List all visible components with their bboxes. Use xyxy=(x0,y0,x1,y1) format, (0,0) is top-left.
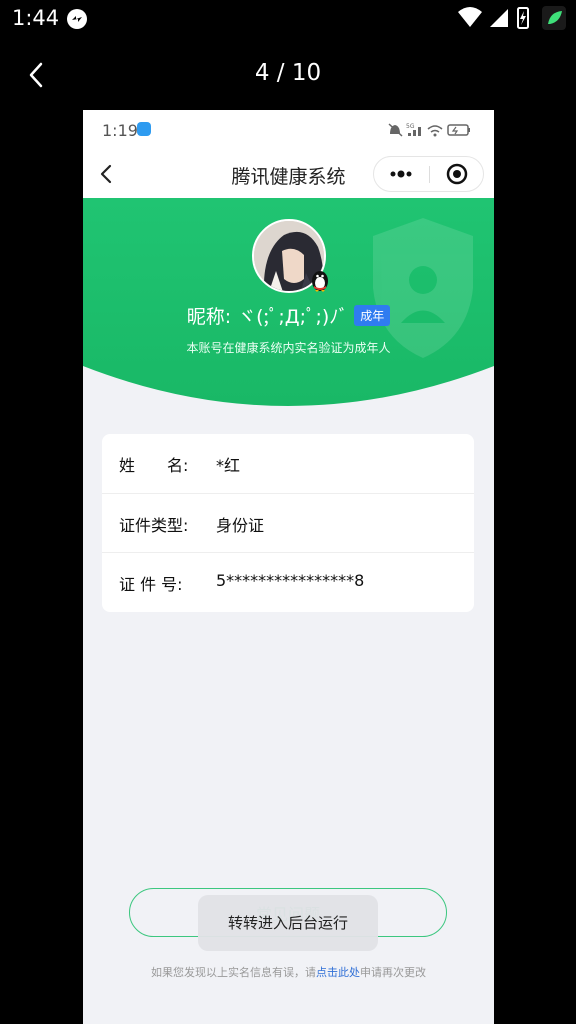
info-value: 5****************8 xyxy=(216,571,365,590)
info-row-name: 姓 名: *红 xyxy=(102,434,474,493)
info-row-id-type: 证件类型: 身份证 xyxy=(102,493,474,552)
qq-penguin-icon xyxy=(312,271,328,292)
network-type-label: 5G xyxy=(406,123,415,130)
message-app-icon xyxy=(137,122,151,136)
info-row-id-number: 证 件 号: 5****************8 xyxy=(102,552,474,611)
cell-signal-icon xyxy=(490,9,508,27)
info-value: *红 xyxy=(216,456,241,475)
wifi-icon xyxy=(458,7,482,27)
close-mini-program-icon[interactable] xyxy=(436,157,482,191)
adult-status-badge: 成年 xyxy=(354,305,391,326)
system-status-icons xyxy=(458,6,566,30)
screenshot-image: 1:19 5G 腾讯健康系统 昵称: ヾ(;ﾟ;Д;ﾟ;)ﾉﾞ 成年 本账号在健… xyxy=(83,110,494,1024)
info-value: 身份证 xyxy=(216,516,265,535)
wifi-small-icon xyxy=(427,125,443,133)
real-name-info-card: 姓 名: *红 证件类型: 身份证 证 件 号: 5**************… xyxy=(102,434,474,612)
verification-note: 本账号在健康系统内实名验证为成年人 xyxy=(186,341,391,355)
footer-text: 如果您发现以上实名信息有误，请 xyxy=(151,966,316,979)
notification-badge-icon xyxy=(67,9,87,29)
mini-program-header: 腾讯健康系统 xyxy=(83,150,494,198)
image-counter: 4 / 10 xyxy=(254,60,322,86)
more-options-icon[interactable] xyxy=(374,157,429,191)
phone-status-bar: 1:19 5G xyxy=(83,110,494,150)
change-info-link[interactable]: 点击此处 xyxy=(316,966,360,979)
capsule-divider xyxy=(429,166,430,183)
battery-icon xyxy=(447,124,469,136)
profile-hero: 昵称: ヾ(;ﾟ;Д;ﾟ;)ﾉﾞ 成年 本账号在健康系统内实名验证为成年人 xyxy=(83,198,494,410)
footer-text-suffix: 申请再次更改 xyxy=(360,966,426,979)
nickname-row: 昵称: ヾ(;ﾟ;Д;ﾟ;)ﾉﾞ 成年 xyxy=(83,302,494,329)
footer-note: 如果您发现以上实名信息有误，请点击此处申请再次更改 xyxy=(83,964,494,980)
nickname: 昵称: ヾ(;ﾟ;Д;ﾟ;)ﾉﾞ xyxy=(186,306,349,328)
phone-status-icons: 5G xyxy=(388,123,470,137)
outer-status-time: 1:44 xyxy=(12,6,60,30)
info-label: 姓 名: xyxy=(119,456,189,475)
mini-program-capsule xyxy=(373,156,484,192)
toast-message: 转转进入后台运行 xyxy=(198,895,378,951)
phone-status-time: 1:19 xyxy=(102,121,138,140)
info-label: 证件类型: xyxy=(119,516,189,535)
info-label: 证 件 号: xyxy=(119,575,183,594)
outer-status-bar: 1:44 xyxy=(0,0,576,40)
